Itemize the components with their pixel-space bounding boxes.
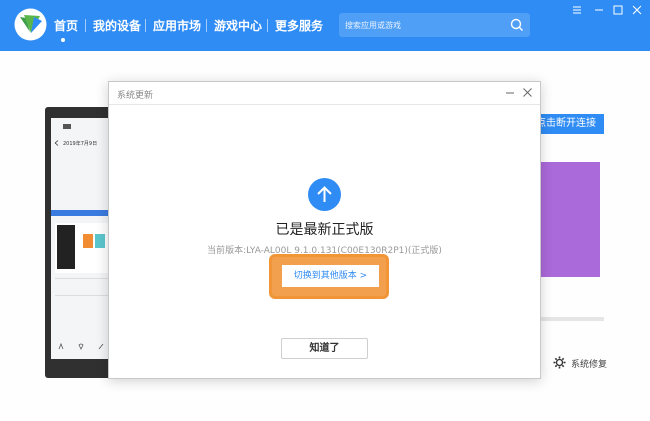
nav-divider bbox=[145, 19, 146, 32]
system-update-dialog: 系统更新 已是最新正式版 当前版本:LYA-AL00L 9.1.0.131(C0… bbox=[108, 81, 541, 379]
minimize-icon[interactable] bbox=[593, 4, 605, 16]
nav-my-devices[interactable]: 我的设备 bbox=[93, 17, 141, 34]
menu-icon[interactable] bbox=[571, 4, 583, 16]
storage-bar bbox=[540, 317, 604, 321]
status-bar-icon bbox=[63, 124, 71, 129]
ok-button[interactable]: 知道了 bbox=[281, 338, 368, 359]
search-box[interactable] bbox=[339, 13, 530, 37]
system-repair-label: 系统修复 bbox=[571, 360, 608, 370]
search-input[interactable] bbox=[345, 16, 505, 34]
app-logo-icon[interactable] bbox=[14, 8, 47, 41]
device-tile-teal bbox=[95, 234, 105, 248]
nav-more-services[interactable]: 更多服务 bbox=[275, 17, 323, 34]
dialog-minimize-icon[interactable] bbox=[505, 88, 515, 98]
device-date: 2019年7月9日 bbox=[63, 141, 98, 147]
arrow-up-icon bbox=[317, 186, 332, 202]
nav-app-market[interactable]: 应用市场 bbox=[153, 17, 201, 34]
gear-icon bbox=[553, 356, 566, 369]
active-indicator bbox=[61, 38, 65, 42]
dialog-header: 系统更新 bbox=[109, 82, 540, 105]
back-arrow-icon bbox=[54, 140, 59, 146]
device-screen-mirror[interactable]: 2019年7月9日 bbox=[51, 118, 112, 359]
dialog-title: 系统更新 bbox=[117, 91, 154, 101]
device-list bbox=[55, 278, 108, 296]
device-tile-orange bbox=[83, 234, 93, 248]
nav-divider bbox=[85, 19, 86, 32]
switch-version-highlight: 切换到其他版本 > bbox=[269, 254, 389, 299]
nav-divider bbox=[206, 19, 207, 32]
device-thumbnail bbox=[57, 225, 75, 269]
maximize-icon[interactable] bbox=[612, 4, 624, 16]
nav-divider bbox=[267, 19, 268, 32]
dialog-close-icon[interactable] bbox=[522, 87, 533, 98]
search-icon[interactable] bbox=[510, 18, 524, 32]
nav-home[interactable]: 首页 bbox=[54, 17, 78, 34]
top-bar: 首页 我的设备 应用市场 游戏中心 更多服务 bbox=[0, 0, 650, 51]
switch-version-link[interactable]: 切换到其他版本 > bbox=[282, 265, 379, 287]
update-status-text: 已是最新正式版 bbox=[275, 222, 374, 238]
promo-card[interactable] bbox=[540, 162, 600, 277]
close-icon[interactable] bbox=[631, 4, 643, 16]
update-status-badge bbox=[308, 178, 341, 211]
nav-game-center[interactable]: 游戏中心 bbox=[214, 17, 262, 34]
device-nav-bar-icon bbox=[58, 342, 104, 350]
device-banner bbox=[51, 210, 112, 216]
